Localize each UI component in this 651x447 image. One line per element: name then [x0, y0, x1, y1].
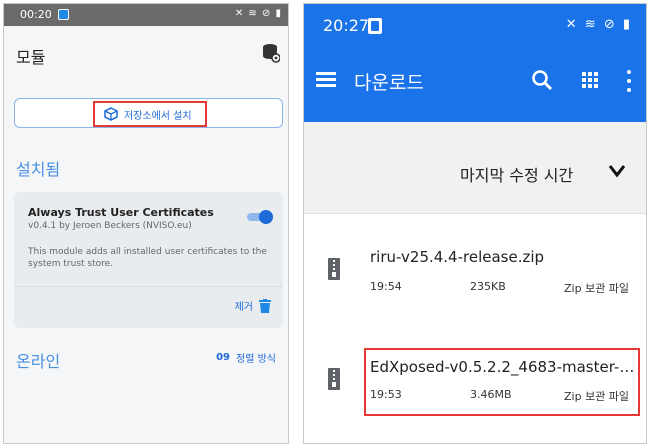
sort-label: 마지막 수정 시간 — [460, 166, 574, 185]
module-title: Always Trust User Certificates — [28, 206, 214, 219]
system-status-icons: ✕ ≋ ⊘ ▮ — [565, 17, 632, 32]
zip-file-icon — [328, 258, 340, 280]
modules-header: 모듈 — [4, 26, 288, 78]
install-from-repo-button[interactable]: 저장소에서 설치 — [14, 98, 283, 128]
app-bar: 다운로드 — [304, 50, 646, 122]
install-highlight-box: 저장소에서 설치 — [93, 101, 207, 127]
package-icon — [104, 107, 118, 121]
page-title: 다운로드 — [354, 72, 424, 94]
file-list-item[interactable]: EdXposed-v0.5.2.2_4683-master-rele... 19… — [304, 334, 646, 434]
menu-icon[interactable] — [316, 72, 336, 88]
chevron-down-icon[interactable] — [608, 164, 626, 178]
file-name: EdXposed-v0.5.2.2_4683-master-rele... — [370, 358, 638, 376]
more-options-icon[interactable] — [626, 70, 632, 92]
zip-file-icon — [328, 368, 340, 390]
toggle-knob — [259, 210, 273, 224]
module-enable-toggle[interactable] — [247, 210, 273, 224]
card-divider — [14, 286, 283, 287]
module-description: This module adds all installed user cert… — [28, 247, 267, 269]
sort-label: 정렬 방식 — [236, 354, 276, 365]
system-status-icons: ✕ ≋ ⊘ ▮ — [234, 8, 282, 19]
screenshot-stage: 00:20 ✕ ≋ ⊘ ▮ 모듈 저장소에서 설치 설치됨 Always Tru… — [0, 0, 651, 447]
file-size: 235KB — [470, 280, 506, 293]
app-notification-icon — [58, 9, 69, 20]
status-bar: 20:27 ✕ ≋ ⊘ ▮ — [304, 4, 646, 50]
modules-screen: 00:20 ✕ ≋ ⊘ ▮ 모듈 저장소에서 설치 설치됨 Always Tru… — [3, 3, 289, 444]
app-notification-icon — [368, 18, 382, 34]
install-button-label: 저장소에서 설치 — [124, 110, 192, 122]
sort-by-button[interactable]: 09 정렬 방식 — [216, 350, 276, 365]
file-list-item[interactable]: riru-v25.4.4-release.zip 19:54 235KB Zip… — [304, 226, 646, 326]
status-time: 20:27 — [323, 16, 370, 35]
file-time: 19:53 — [370, 388, 402, 401]
page-title: 모듈 — [16, 48, 46, 67]
file-name: riru-v25.4.4-release.zip — [370, 248, 545, 266]
remove-module-button[interactable]: 제거 — [235, 298, 271, 313]
trash-icon — [259, 298, 271, 313]
search-icon[interactable] — [530, 68, 554, 92]
file-size: 3.46MB — [470, 388, 512, 401]
status-time: 00:20 — [20, 8, 52, 21]
downloads-screen: 20:27 ✕ ≋ ⊘ ▮ 다운로드 마지막 수정 시간 riru-v25.4.… — [303, 3, 647, 444]
file-type: Zip 보관 파일 — [564, 390, 630, 403]
sort-bar[interactable]: 마지막 수정 시간 — [304, 122, 646, 214]
grid-view-icon[interactable] — [582, 72, 598, 88]
database-settings-icon[interactable] — [262, 43, 280, 63]
sort-numeric-icon: 09 — [216, 351, 231, 363]
online-section-title: 온라인 — [16, 352, 61, 371]
module-card[interactable]: Always Trust User Certificates v0.4.1 by… — [14, 192, 283, 328]
installed-section-title: 설치됨 — [16, 160, 61, 179]
file-type: Zip 보관 파일 — [564, 282, 630, 295]
file-time: 19:54 — [370, 280, 402, 293]
module-version: v0.4.1 by Jeroen Beckers (NVISO.eu) — [28, 221, 192, 231]
status-bar: 00:20 ✕ ≋ ⊘ ▮ — [4, 4, 288, 26]
remove-label: 제거 — [234, 302, 253, 313]
